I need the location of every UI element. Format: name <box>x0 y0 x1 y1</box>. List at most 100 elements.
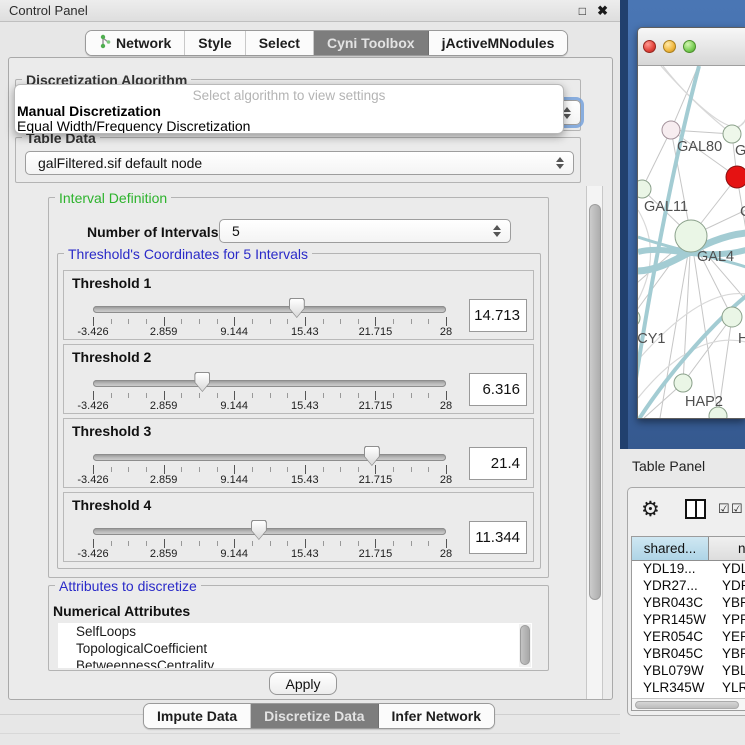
float-window-icon[interactable]: □ <box>579 4 586 18</box>
node-label: GAL4 <box>697 249 734 265</box>
tab-network[interactable]: Network <box>86 31 185 55</box>
checkbox-icon[interactable]: ☑ <box>718 501 730 517</box>
stepper-icon <box>555 157 565 169</box>
number-of-intervals-value: 5 <box>220 223 492 239</box>
table-row[interactable]: YDL19...YDL1 <box>632 561 745 578</box>
slider[interactable]: -3.4262.8599.14415.4321.71528 <box>93 493 446 563</box>
threshold-value-field[interactable]: 21.4 <box>469 447 527 480</box>
table-data-value: galFiltered.sif default node <box>26 155 555 171</box>
table-row[interactable]: YER054CYER0 <box>632 629 745 646</box>
tab-cyni-toolbox[interactable]: Cyni Toolbox <box>314 31 429 55</box>
table-header-row: shared... n <box>632 537 745 561</box>
scrollbar-thumb[interactable] <box>635 701 739 709</box>
scrollbar-thumb[interactable] <box>589 204 601 600</box>
slider-track[interactable] <box>93 380 446 387</box>
network-canvas[interactable]: GAL80G.CGAL11GAL4GCY1HHAP2 <box>638 66 745 419</box>
threshold-panel-threshold-4: Threshold 4-3.4262.8599.14415.4321.71528… <box>63 492 534 562</box>
horizontal-scrollbar[interactable] <box>632 698 745 710</box>
popup-option-equal-width-frequency-discretization[interactable]: Equal Width/Frequency Discretization <box>17 118 250 134</box>
zoom-traffic-light[interactable] <box>683 40 696 53</box>
table-row[interactable]: YDR27...YDR2 <box>632 578 745 595</box>
threshold-value-field[interactable]: 11.344 <box>469 521 527 554</box>
tick-label: 9.144 <box>220 548 248 560</box>
tab-style[interactable]: Style <box>185 31 245 55</box>
attribute-item-topologicalcoefficient[interactable]: TopologicalCoefficient <box>58 640 532 657</box>
close-traffic-light[interactable] <box>643 40 656 53</box>
slider-ticks <box>93 465 446 475</box>
slider[interactable]: -3.4262.8599.14415.4321.71528 <box>93 419 446 489</box>
slider-track[interactable] <box>93 306 446 313</box>
popup-hint: Select algorithm to view settings <box>15 88 563 103</box>
vertical-scrollbar[interactable] <box>586 186 603 699</box>
network-window-titlebar <box>638 28 745 66</box>
tab-jactivemnodules[interactable]: jActiveMNodules <box>429 31 568 55</box>
slider-track[interactable] <box>93 454 446 461</box>
table-row[interactable]: YPR145WYPR1 <box>632 612 745 629</box>
node-table: shared... n YDL19...YDL1YDR27...YDR2YBR0… <box>631 536 745 711</box>
tick-label: 15.43 <box>291 548 319 560</box>
numerical-attributes-list[interactable]: SelfLoopsTopologicalCoefficientBetweenne… <box>58 623 532 668</box>
tab-impute-data[interactable]: Impute Data <box>144 704 251 728</box>
network-node-gal11[interactable] <box>638 180 651 198</box>
frame-edge <box>620 0 628 449</box>
cell-shared-name: YPR145W <box>632 612 709 629</box>
table-row[interactable]: YBR043CYBR0 <box>632 595 745 612</box>
table-row[interactable]: YBL079WYBL0 <box>632 663 745 680</box>
apply-button[interactable]: Apply <box>269 672 337 695</box>
tab-label: Discretize Data <box>264 708 364 724</box>
network-node-c[interactable] <box>726 166 745 188</box>
column-header-shared-name[interactable]: shared... <box>632 537 709 560</box>
network-node-g[interactable] <box>723 125 741 143</box>
screenshot-root: Control Panel □ ✖ NetworkStyle Select Cyni… <box>0 0 745 745</box>
checkbox-icon[interactable]: ☑ <box>731 501 743 517</box>
network-node-hap2[interactable] <box>674 374 692 392</box>
tick-label: 21.715 <box>359 400 393 412</box>
slider-handle[interactable] <box>289 298 305 318</box>
slider-handle[interactable] <box>194 372 210 392</box>
slider[interactable]: -3.4262.8599.14415.4321.71528 <box>93 345 446 415</box>
slider-track[interactable] <box>93 528 446 535</box>
threshold-value-field[interactable]: 14.713 <box>469 299 527 332</box>
number-of-intervals-combobox[interactable]: 5 <box>219 219 511 243</box>
threshold-panel-threshold-2: Threshold 2-3.4262.8599.14415.4321.71528… <box>63 344 534 414</box>
slider-handle[interactable] <box>251 520 267 540</box>
tick-label: 28 <box>440 474 452 486</box>
column-header-name[interactable]: n <box>709 537 745 560</box>
network-node-h[interactable] <box>722 307 742 327</box>
network-graph: GAL80G.CGAL11GAL4GCY1HHAP2 <box>638 66 745 419</box>
network-node-gcy1[interactable] <box>638 309 640 327</box>
table-panel-header: Table Panel <box>620 449 745 481</box>
tab-label: Select <box>259 35 300 51</box>
slider-handle[interactable] <box>364 446 380 466</box>
tab-label: Infer Network <box>392 708 481 724</box>
network-icon <box>99 34 111 52</box>
network-node-gal4[interactable] <box>675 220 707 252</box>
network-node-gal80[interactable] <box>662 121 680 139</box>
slider[interactable]: -3.4262.8599.14415.4321.71528 <box>93 271 446 341</box>
close-icon[interactable]: ✖ <box>597 3 608 19</box>
control-panel-titlebar: Control Panel □ ✖ <box>0 0 620 22</box>
attributes-group-title: Attributes to discretize <box>55 578 201 594</box>
minimize-traffic-light[interactable] <box>663 40 676 53</box>
tick-label: -3.426 <box>77 400 108 412</box>
threshold-value-field[interactable]: 6.316 <box>469 373 527 406</box>
popup-option-manual-discretization[interactable]: Manual Discretization <box>17 103 161 119</box>
tick-label: 28 <box>440 326 452 338</box>
table-data-combobox[interactable]: galFiltered.sif default node <box>25 151 574 175</box>
table-row[interactable]: YLR345WYLR3 <box>632 680 745 697</box>
tab-select[interactable]: Select <box>246 31 314 55</box>
tab-label: Cyni Toolbox <box>327 35 415 51</box>
attribute-item-betweennesscentrality[interactable]: BetweennessCentrality <box>58 657 532 668</box>
numerical-attributes-label: Numerical Attributes <box>53 603 190 619</box>
attributes-scrollbar[interactable] <box>519 624 531 667</box>
cell-shared-name: YBR045C <box>632 646 709 663</box>
attribute-item-selfloops[interactable]: SelfLoops <box>58 623 532 640</box>
tab-infer-network[interactable]: Infer Network <box>379 704 494 728</box>
threshold-panel-threshold-3: Threshold 3-3.4262.8599.14415.4321.71528… <box>63 418 534 488</box>
tick-label: 9.144 <box>220 326 248 338</box>
split-view-icon[interactable] <box>685 499 706 519</box>
tab-discretize-data[interactable]: Discretize Data <box>251 704 378 728</box>
cell-name: YLR3 <box>709 680 745 697</box>
table-row[interactable]: YBR045CYBR0 <box>632 646 745 663</box>
gear-icon[interactable]: ⚙ <box>641 497 660 522</box>
